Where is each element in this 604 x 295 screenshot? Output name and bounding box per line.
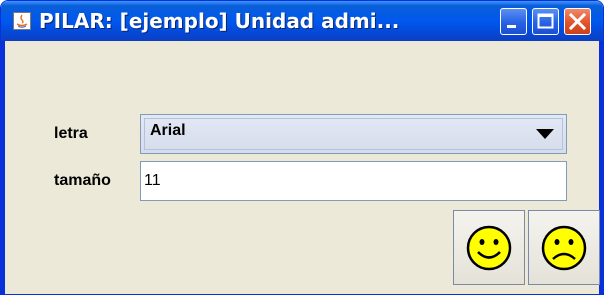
window-title: PILAR: [ejemplo] Unidad admi... — [39, 9, 400, 33]
sad-face-icon — [541, 225, 587, 271]
title-bar[interactable]: PILAR: [ejemplo] Unidad admi... — [1, 1, 603, 41]
font-select-frame — [144, 118, 563, 150]
dialog-window: PILAR: [ejemplo] Unidad admi... letra Ar… — [0, 0, 604, 295]
close-button[interactable] — [564, 8, 591, 35]
java-app-icon — [13, 12, 31, 30]
size-input[interactable]: 11 — [140, 161, 567, 201]
minimize-button[interactable] — [500, 8, 527, 35]
size-input-value: 11 — [144, 172, 161, 189]
font-select-value: Arial — [150, 122, 186, 139]
close-icon — [568, 12, 587, 31]
font-select[interactable]: Arial — [140, 114, 567, 154]
window-border-left — [1, 41, 5, 294]
minimize-icon — [507, 25, 516, 28]
size-label: tamaño — [54, 172, 111, 189]
cancel-button[interactable] — [528, 210, 600, 285]
happy-face-icon — [466, 225, 512, 271]
accept-button[interactable] — [453, 210, 525, 285]
maximize-button[interactable] — [532, 8, 559, 35]
font-label: letra — [54, 125, 88, 142]
chevron-down-icon[interactable] — [536, 129, 554, 139]
maximize-icon — [537, 13, 554, 29]
